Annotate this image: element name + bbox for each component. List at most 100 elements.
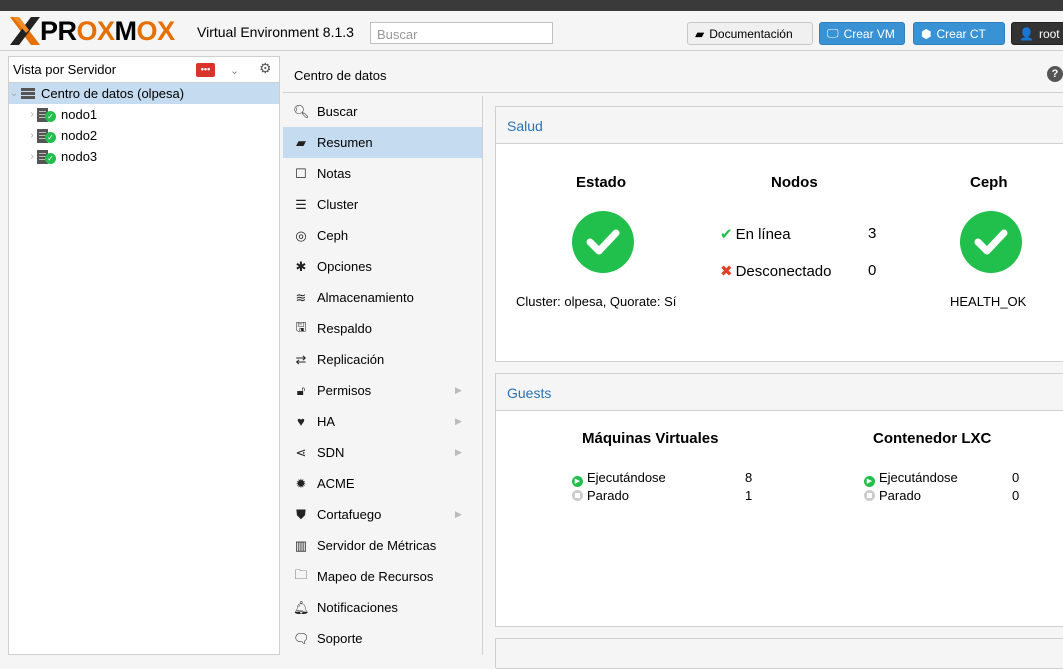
menu-item-cluster[interactable]: ☰ Cluster <box>283 189 482 220</box>
menu-item-label: Notas <box>317 166 351 181</box>
ceph-status[interactable]: HEALTH_OK <box>950 294 1026 309</box>
help-icon[interactable]: ? <box>1047 66 1063 82</box>
menu-item-metricas[interactable]: ▥ Servidor de Métricas <box>283 530 482 561</box>
menu-item-acme[interactable]: ✹ ACME <box>283 468 482 499</box>
breadcrumb: Centro de datos ? <box>283 56 1063 93</box>
certificate-icon: ✹ <box>295 475 307 491</box>
collapse-icon[interactable]: ⌄ <box>9 88 19 99</box>
datacenter-icon <box>21 87 35 100</box>
lxc-running-row: ▶ Ejecutándose <box>864 470 958 487</box>
menu-item-opciones[interactable]: ✱ Opciones <box>283 251 482 282</box>
menu-item-label: Mapeo de Recursos <box>317 569 434 584</box>
version-label: Virtual Environment 8.1.3 <box>197 24 354 40</box>
menu-item-soporte[interactable]: 🗨 Soporte <box>283 623 482 654</box>
gear-icon[interactable]: ⚙ <box>259 60 272 77</box>
folder-icon: 🗀 <box>294 566 308 582</box>
menu-item-notas[interactable]: ☐ Notas <box>283 158 482 189</box>
vm-stopped-count: 1 <box>745 488 753 503</box>
create-vm-label: Crear VM <box>843 26 895 41</box>
resources-panel <box>495 638 1063 669</box>
tags-badge-icon[interactable]: ••• <box>196 62 215 77</box>
menu-item-label: Buscar <box>317 104 358 119</box>
menu-item-buscar[interactable]: 🔍︎ Buscar <box>283 96 482 127</box>
guests-panel: Guests Máquinas Virtuales ▶ Ejecutándose … <box>495 373 1063 627</box>
menu-item-label: Permisos <box>317 383 372 398</box>
tree-item-label: Centro de datos (olpesa) <box>41 86 185 101</box>
menu-item-label: Ceph <box>317 228 349 243</box>
menu-item-label: Opciones <box>317 259 372 274</box>
nodes-heading: Nodos <box>771 174 818 191</box>
submenu-arrow-icon: ▶ <box>455 447 462 457</box>
create-ct-button[interactable]: ⬢ Crear CT <box>913 22 1005 45</box>
tree-item-nodo1[interactable]: › ✓ nodo1 <box>9 104 279 125</box>
vm-running-count: 8 <box>745 470 753 485</box>
health-panel: Salud Estado Cluster: olpesa, Quorate: S… <box>495 106 1063 362</box>
menu-item-resumen[interactable]: ▰ Resumen <box>283 127 482 158</box>
lxc-stopped-count: 0 <box>1012 488 1020 503</box>
tree-item-nodo2[interactable]: › ✓ nodo2 <box>9 125 279 146</box>
note-icon: ☐ <box>295 165 307 181</box>
proxmox-x-icon <box>10 17 40 45</box>
menu-item-sdn[interactable]: ⋖ SDN ▶ <box>283 437 482 468</box>
vm-heading: Máquinas Virtuales <box>582 430 719 447</box>
menu-item-ceph[interactable]: ◎ Ceph <box>283 220 482 251</box>
view-select[interactable]: Vista por Servidor ••• ⌄ <box>11 59 239 81</box>
nodes-offline-count: 0 <box>868 262 877 279</box>
menu-item-notificaciones[interactable]: 🔔︎ Notificaciones <box>283 592 482 623</box>
submenu-arrow-icon: ▶ <box>455 509 462 519</box>
tree-item-label: nodo1 <box>61 107 98 122</box>
menu-item-mapeo[interactable]: 🗀 Mapeo de Recursos <box>283 561 482 592</box>
menu-item-ha[interactable]: ♥ HA ▶ <box>283 406 482 437</box>
expand-icon[interactable]: › <box>27 151 37 162</box>
bar-chart-icon: ▥ <box>294 537 308 553</box>
cube-icon: ⬢ <box>921 26 932 41</box>
bell-icon: 🔔︎ <box>293 599 310 615</box>
tree-item-nodo3[interactable]: › ✓ nodo3 <box>9 146 279 167</box>
menu-item-label: Notificaciones <box>317 600 398 615</box>
create-ct-label: Crear CT <box>936 26 986 41</box>
node-online-icon: ✓ <box>37 149 57 165</box>
menu-item-label: Cortafuego <box>317 507 382 522</box>
stopped-label: Parado <box>879 488 921 503</box>
user-menu-button[interactable]: 👤 root <box>1011 22 1063 45</box>
online-label: En línea <box>735 226 791 243</box>
menu-item-label: Resumen <box>317 135 373 150</box>
play-icon: ▶ <box>864 476 875 487</box>
menu-item-permisos[interactable]: 🔓︎ Permisos ▶ <box>283 375 482 406</box>
nodes-online-count: 3 <box>868 225 877 242</box>
ceph-icon: ◎ <box>295 227 307 243</box>
gear-icon: ✱ <box>295 258 307 274</box>
user-label: root <box>1038 26 1060 41</box>
expand-icon[interactable]: › <box>27 130 37 141</box>
panel-title: Salud <box>496 107 1063 144</box>
create-vm-button[interactable]: 🖵 Crear VM <box>819 22 905 45</box>
node-online-icon: ✓ <box>37 128 57 144</box>
window-top-strip <box>0 0 1063 11</box>
panel-title-partial <box>496 639 1063 669</box>
floppy-icon: 🖫 <box>295 318 307 334</box>
lxc-stopped-row: Parado <box>864 488 921 503</box>
proxmox-logo[interactable]: PROXMOX <box>10 17 175 45</box>
page-title: Centro de datos <box>294 68 387 83</box>
menu-item-almacenamiento[interactable]: ≋ Almacenamiento <box>283 282 482 313</box>
view-select-value: Vista por Servidor <box>13 61 117 77</box>
book-icon: ▰ <box>695 26 705 41</box>
menu-item-label: Soporte <box>317 631 363 646</box>
documentation-button[interactable]: ▰ Documentación <box>687 22 813 45</box>
running-label: Ejecutándose <box>587 470 666 485</box>
offline-label: Desconectado <box>735 263 832 280</box>
submenu-arrow-icon: ▶ <box>455 416 462 426</box>
menu-item-cortafuego[interactable]: ⛊ Cortafuego ▶ <box>283 499 482 530</box>
documentation-label: Documentación <box>709 26 793 41</box>
running-label: Ejecutándose <box>879 470 958 485</box>
menu-item-respaldo[interactable]: 🖫 Respaldo <box>283 313 482 344</box>
retweet-icon: ⇄ <box>295 351 307 367</box>
logo-wordmark: PROXMOX <box>40 16 175 46</box>
expand-icon[interactable]: › <box>27 109 37 120</box>
tree-item-datacenter[interactable]: ⌄ Centro de datos (olpesa) <box>9 83 279 104</box>
stop-icon <box>572 490 583 501</box>
chevron-down-icon[interactable]: ⌄ <box>230 64 239 77</box>
menu-item-replicacion[interactable]: ⇄ Replicación <box>283 344 482 375</box>
search-input[interactable]: Buscar <box>370 22 553 44</box>
node-online-icon: ✓ <box>37 107 57 123</box>
